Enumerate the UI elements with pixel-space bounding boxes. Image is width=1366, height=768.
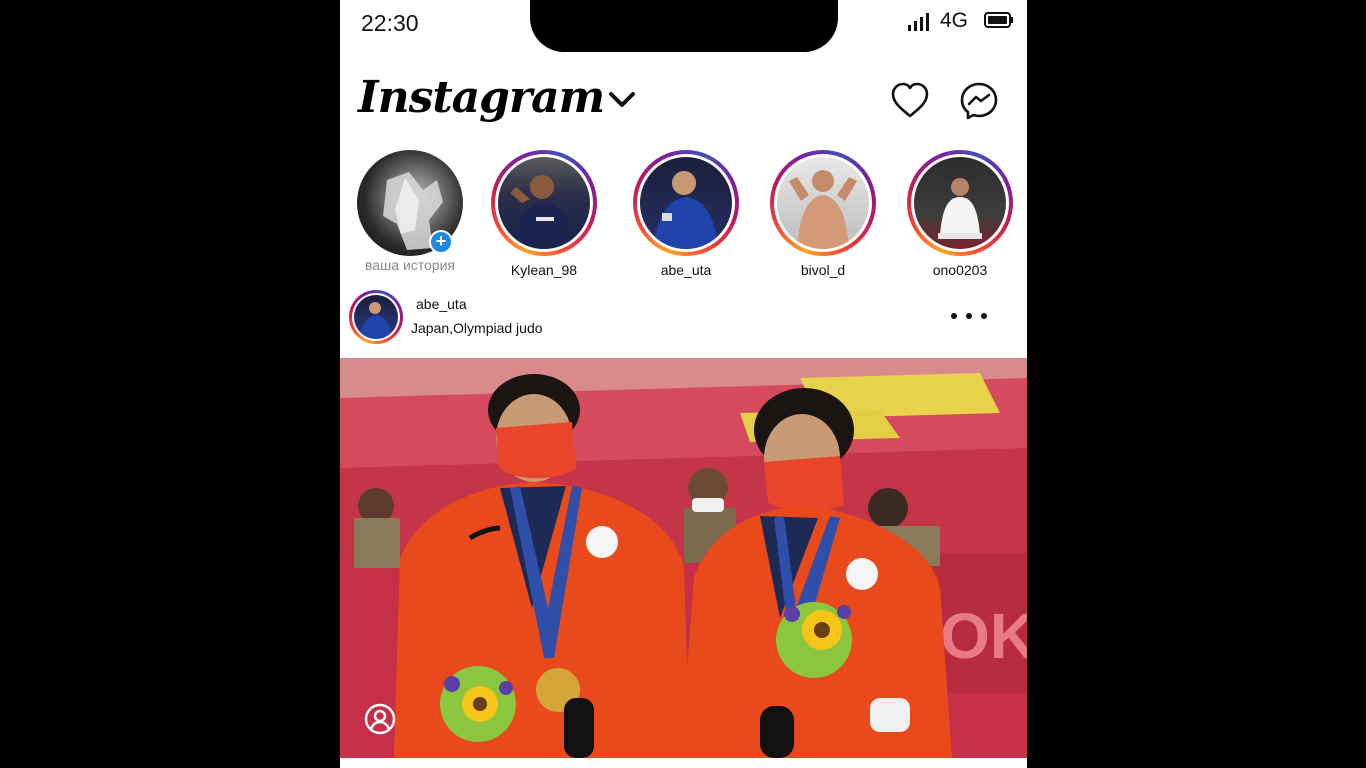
story-label: abe_uta bbox=[660, 262, 712, 278]
story-bivol[interactable]: bivol_d bbox=[763, 150, 883, 278]
chevron-down-icon[interactable] bbox=[608, 90, 636, 110]
story-label: Kylean_98 bbox=[510, 262, 578, 278]
more-options-icon[interactable] bbox=[950, 312, 990, 320]
story-avatar bbox=[640, 157, 732, 249]
app-header: Instagram bbox=[340, 60, 1027, 144]
profile-icon[interactable] bbox=[364, 703, 396, 735]
messenger-icon[interactable] bbox=[960, 82, 998, 120]
story-ring[interactable] bbox=[907, 150, 1013, 256]
story-label: bivol_d bbox=[800, 262, 846, 278]
status-time: 22:30 bbox=[361, 10, 419, 36]
svg-text:OKY: OKY bbox=[940, 600, 1027, 672]
story-ono[interactable]: ono0203 bbox=[900, 150, 1020, 278]
stories-tray: + ваша история Kylean_98 abe_uta bivol_d… bbox=[340, 150, 1027, 282]
post-location[interactable]: Japan,Olympiad judo bbox=[411, 320, 543, 336]
story-ring[interactable] bbox=[491, 150, 597, 256]
post-avatar[interactable] bbox=[349, 290, 403, 344]
network-type: 4G bbox=[940, 9, 969, 32]
post-image[interactable]: OKY bbox=[340, 358, 1027, 758]
story-avatar bbox=[498, 157, 590, 249]
notch bbox=[530, 0, 838, 52]
heart-icon[interactable] bbox=[890, 82, 930, 120]
own-story-avatar[interactable]: + bbox=[357, 150, 463, 256]
signal-icon bbox=[908, 13, 929, 31]
story-avatar bbox=[777, 157, 869, 249]
story-ring[interactable] bbox=[770, 150, 876, 256]
story-ring[interactable] bbox=[633, 150, 739, 256]
phone-screen: 22:30 4G Instagram + ваша история Kylean… bbox=[340, 0, 1027, 768]
story-abe-uta[interactable]: abe_uta bbox=[626, 150, 746, 278]
add-story-icon[interactable]: + bbox=[429, 230, 453, 254]
story-kylean[interactable]: Kylean_98 bbox=[484, 150, 604, 278]
battery-icon bbox=[984, 12, 1013, 28]
instagram-logo[interactable]: Instagram bbox=[358, 72, 605, 123]
post-header: abe_uta Japan,Olympiad judo bbox=[340, 288, 1027, 348]
story-own[interactable]: + ваша история bbox=[350, 150, 470, 273]
story-label: ono0203 bbox=[932, 262, 988, 278]
status-bar: 22:30 4G bbox=[340, 0, 1027, 52]
story-label: ваша история bbox=[364, 257, 456, 273]
post-username[interactable]: abe_uta bbox=[416, 296, 467, 312]
story-avatar bbox=[914, 157, 1006, 249]
